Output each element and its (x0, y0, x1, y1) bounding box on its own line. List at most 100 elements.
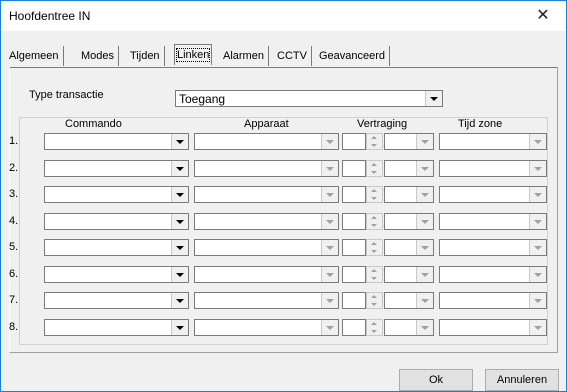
type-transactie-label: Type transactie (29, 89, 104, 101)
row-number: 3. (9, 188, 19, 200)
tijd-zone-select[interactable] (439, 292, 547, 309)
tijd-zone-select[interactable] (439, 186, 547, 203)
vertraging-spinner[interactable] (366, 239, 383, 256)
vertraging-input[interactable] (342, 266, 366, 283)
tab-cctv[interactable]: CCTV (277, 46, 312, 66)
chevron-down-icon[interactable] (321, 161, 338, 176)
chevron-down-icon[interactable] (529, 240, 546, 255)
chevron-down-icon[interactable] (321, 267, 338, 282)
vertraging-spinner[interactable] (366, 319, 383, 336)
vertraging-input[interactable] (342, 213, 366, 230)
chevron-down-icon[interactable] (416, 320, 433, 335)
links-group (19, 117, 548, 345)
vertraging-input[interactable] (342, 133, 366, 150)
vertraging-unit-select[interactable] (384, 292, 434, 309)
vertraging-spinner[interactable] (366, 160, 383, 177)
chevron-down-icon[interactable] (321, 240, 338, 255)
apparaat-select[interactable] (194, 186, 339, 203)
tijd-zone-select[interactable] (439, 266, 547, 283)
tijd-zone-select[interactable] (439, 160, 547, 177)
vertraging-input[interactable] (342, 160, 366, 177)
vertraging-spinner[interactable] (366, 292, 383, 309)
tab-modes[interactable]: Modes (81, 46, 120, 66)
vertraging-spinner[interactable] (366, 266, 383, 283)
commando-select[interactable] (44, 319, 189, 336)
commando-select[interactable] (44, 266, 189, 283)
close-icon[interactable]: ✕ (520, 1, 566, 31)
tab-linken[interactable]: Linken (174, 44, 213, 65)
vertraging-spinner[interactable] (366, 186, 383, 203)
commando-select[interactable] (44, 213, 189, 230)
commando-select[interactable] (44, 160, 189, 177)
vertraging-unit-select[interactable] (384, 186, 434, 203)
chevron-down-icon[interactable] (321, 214, 338, 229)
apparaat-select[interactable] (194, 213, 339, 230)
chevron-down-icon[interactable] (321, 134, 338, 149)
vertraging-spinner[interactable] (366, 213, 383, 230)
ok-button[interactable]: Ok (399, 369, 473, 391)
vertraging-spinner[interactable] (366, 133, 383, 150)
chevron-down-icon[interactable] (321, 187, 338, 202)
tab-tijden[interactable]: Tijden (130, 46, 165, 66)
chevron-down-icon[interactable] (321, 293, 338, 308)
vertraging-input[interactable] (342, 239, 366, 256)
chevron-down-icon[interactable] (416, 134, 433, 149)
chevron-down-icon[interactable] (171, 161, 188, 176)
apparaat-select[interactable] (194, 292, 339, 309)
tab-algemeen[interactable]: Algemeen (9, 46, 64, 66)
tab-alarmen[interactable]: Alarmen (223, 46, 269, 66)
chevron-down-icon[interactable] (171, 240, 188, 255)
apparaat-select[interactable] (194, 160, 339, 177)
commando-select[interactable] (44, 239, 189, 256)
commando-select[interactable] (44, 133, 189, 150)
chevron-down-icon[interactable] (529, 267, 546, 282)
apparaat-select[interactable] (194, 239, 339, 256)
chevron-down-icon[interactable] (425, 91, 442, 106)
dialog-window: Hoofdentree IN ✕ Algemeen Modes Tijden L… (0, 0, 567, 392)
vertraging-input[interactable] (342, 292, 366, 309)
chevron-down-icon[interactable] (171, 293, 188, 308)
vertraging-unit-select[interactable] (384, 213, 434, 230)
apparaat-select[interactable] (194, 266, 339, 283)
commando-select[interactable] (44, 292, 189, 309)
vertraging-unit-select[interactable] (384, 319, 434, 336)
chevron-down-icon[interactable] (529, 134, 546, 149)
chevron-down-icon[interactable] (529, 293, 546, 308)
chevron-down-icon[interactable] (171, 267, 188, 282)
vertraging-unit-select[interactable] (384, 133, 434, 150)
chevron-down-icon[interactable] (416, 240, 433, 255)
vertraging-input[interactable] (342, 319, 366, 336)
chevron-down-icon[interactable] (529, 187, 546, 202)
chevron-down-icon[interactable] (416, 267, 433, 282)
column-header-commando: Commando (65, 118, 122, 130)
tijd-zone-select[interactable] (439, 213, 547, 230)
apparaat-select[interactable] (194, 133, 339, 150)
chevron-down-icon[interactable] (529, 161, 546, 176)
tab-geavanceerd[interactable]: Geavanceerd (319, 46, 391, 66)
type-transactie-select[interactable]: Toegang (175, 90, 443, 107)
chevron-down-icon[interactable] (321, 320, 338, 335)
chevron-down-icon[interactable] (171, 320, 188, 335)
title-bar[interactable]: Hoofdentree IN ✕ (1, 1, 566, 31)
chevron-down-icon[interactable] (416, 214, 433, 229)
chevron-down-icon[interactable] (171, 187, 188, 202)
vertraging-input[interactable] (342, 186, 366, 203)
column-header-tijd-zone: Tijd zone (458, 118, 503, 130)
tijd-zone-select[interactable] (439, 239, 547, 256)
chevron-down-icon[interactable] (416, 293, 433, 308)
chevron-down-icon[interactable] (416, 187, 433, 202)
chevron-down-icon[interactable] (416, 161, 433, 176)
chevron-down-icon[interactable] (529, 214, 546, 229)
vertraging-unit-select[interactable] (384, 160, 434, 177)
column-header-vertraging: Vertraging (357, 118, 408, 130)
chevron-down-icon[interactable] (171, 214, 188, 229)
commando-select[interactable] (44, 186, 189, 203)
vertraging-unit-select[interactable] (384, 239, 434, 256)
apparaat-select[interactable] (194, 319, 339, 336)
chevron-down-icon[interactable] (171, 134, 188, 149)
cancel-button[interactable]: Annuleren (485, 369, 559, 391)
tijd-zone-select[interactable] (439, 319, 547, 336)
tijd-zone-select[interactable] (439, 133, 547, 150)
vertraging-unit-select[interactable] (384, 266, 434, 283)
chevron-down-icon[interactable] (529, 320, 546, 335)
